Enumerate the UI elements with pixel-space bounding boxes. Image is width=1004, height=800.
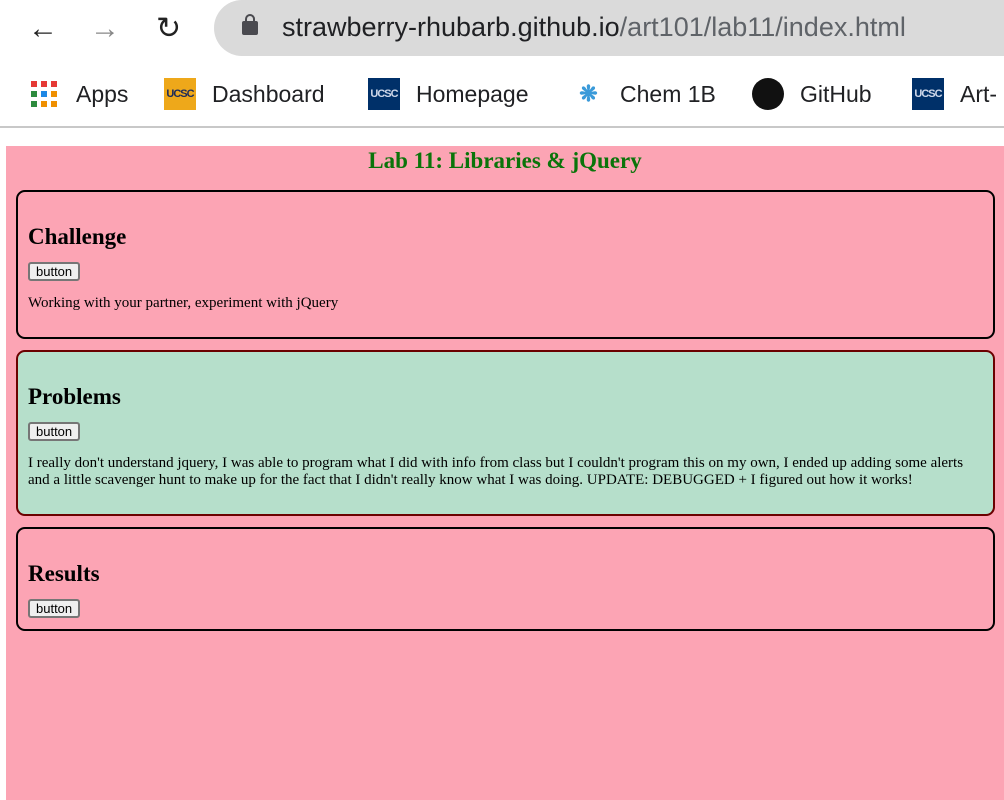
challenge-section: Challenge button Working with your partn…: [16, 190, 995, 339]
section-heading: Results: [28, 561, 100, 586]
bookmark-chem[interactable]: ❋ Chem 1B: [572, 78, 716, 110]
problems-section: Problems button I really don't understan…: [16, 350, 995, 516]
url-host: strawberry-rhubarb.github.io: [282, 12, 620, 42]
bookmarks-bar: Apps UCSC Dashboard UCSC Homepage ❋ Chem…: [0, 58, 1004, 128]
bookmark-homepage[interactable]: UCSC Homepage: [368, 78, 529, 110]
results-section: Results button: [16, 527, 995, 631]
apps-grid-icon: [28, 78, 60, 110]
results-button[interactable]: button: [28, 599, 81, 618]
challenge-button[interactable]: button: [28, 262, 81, 281]
back-icon[interactable]: ←: [28, 14, 58, 44]
ucsc-blue-icon: UCSC: [912, 78, 944, 110]
problems-button[interactable]: button: [28, 422, 81, 441]
section-heading: Problems: [28, 384, 121, 409]
page-title: Lab 11: Libraries & jQuery: [368, 148, 642, 173]
section-text: I really don't understand jquery, I was …: [28, 455, 964, 488]
bookmark-dashboard[interactable]: UCSC Dashboard: [164, 78, 325, 110]
bookmark-github[interactable]: GitHub: [752, 78, 872, 110]
lock-icon: [242, 14, 258, 35]
section-heading: Challenge: [28, 224, 127, 249]
address-bar[interactable]: strawberry-rhubarb.github.io/art101/lab1…: [214, 0, 1004, 56]
bookmark-label: Chem 1B: [620, 80, 716, 107]
browser-toolbar: ← → ↻ strawberry-rhubarb.github.io/art10…: [0, 0, 1004, 58]
bookmark-label: Art-: [960, 80, 998, 107]
bookmark-apps[interactable]: Apps: [28, 78, 128, 110]
section-text: Working with your partner, experiment wi…: [28, 295, 339, 311]
reload-icon[interactable]: ↻: [156, 14, 181, 44]
ucsc-gold-icon: UCSC: [164, 78, 196, 110]
chem-icon: ❋: [579, 81, 597, 106]
ucsc-blue-icon: UCSC: [368, 78, 400, 110]
bookmark-label: GitHub: [800, 80, 872, 107]
bookmark-art[interactable]: UCSC Art-: [912, 78, 997, 110]
forward-icon[interactable]: →: [90, 14, 120, 44]
bookmark-label: Dashboard: [212, 80, 325, 107]
bookmark-label: Homepage: [416, 80, 529, 107]
url-text: strawberry-rhubarb.github.io/art101/lab1…: [282, 12, 906, 43]
bookmark-label: Apps: [76, 80, 129, 107]
github-icon: [752, 78, 784, 110]
url-path: /art101/lab11/index.html: [619, 12, 906, 42]
page-content: Lab 11: Libraries & jQuery Challenge but…: [6, 146, 1004, 800]
